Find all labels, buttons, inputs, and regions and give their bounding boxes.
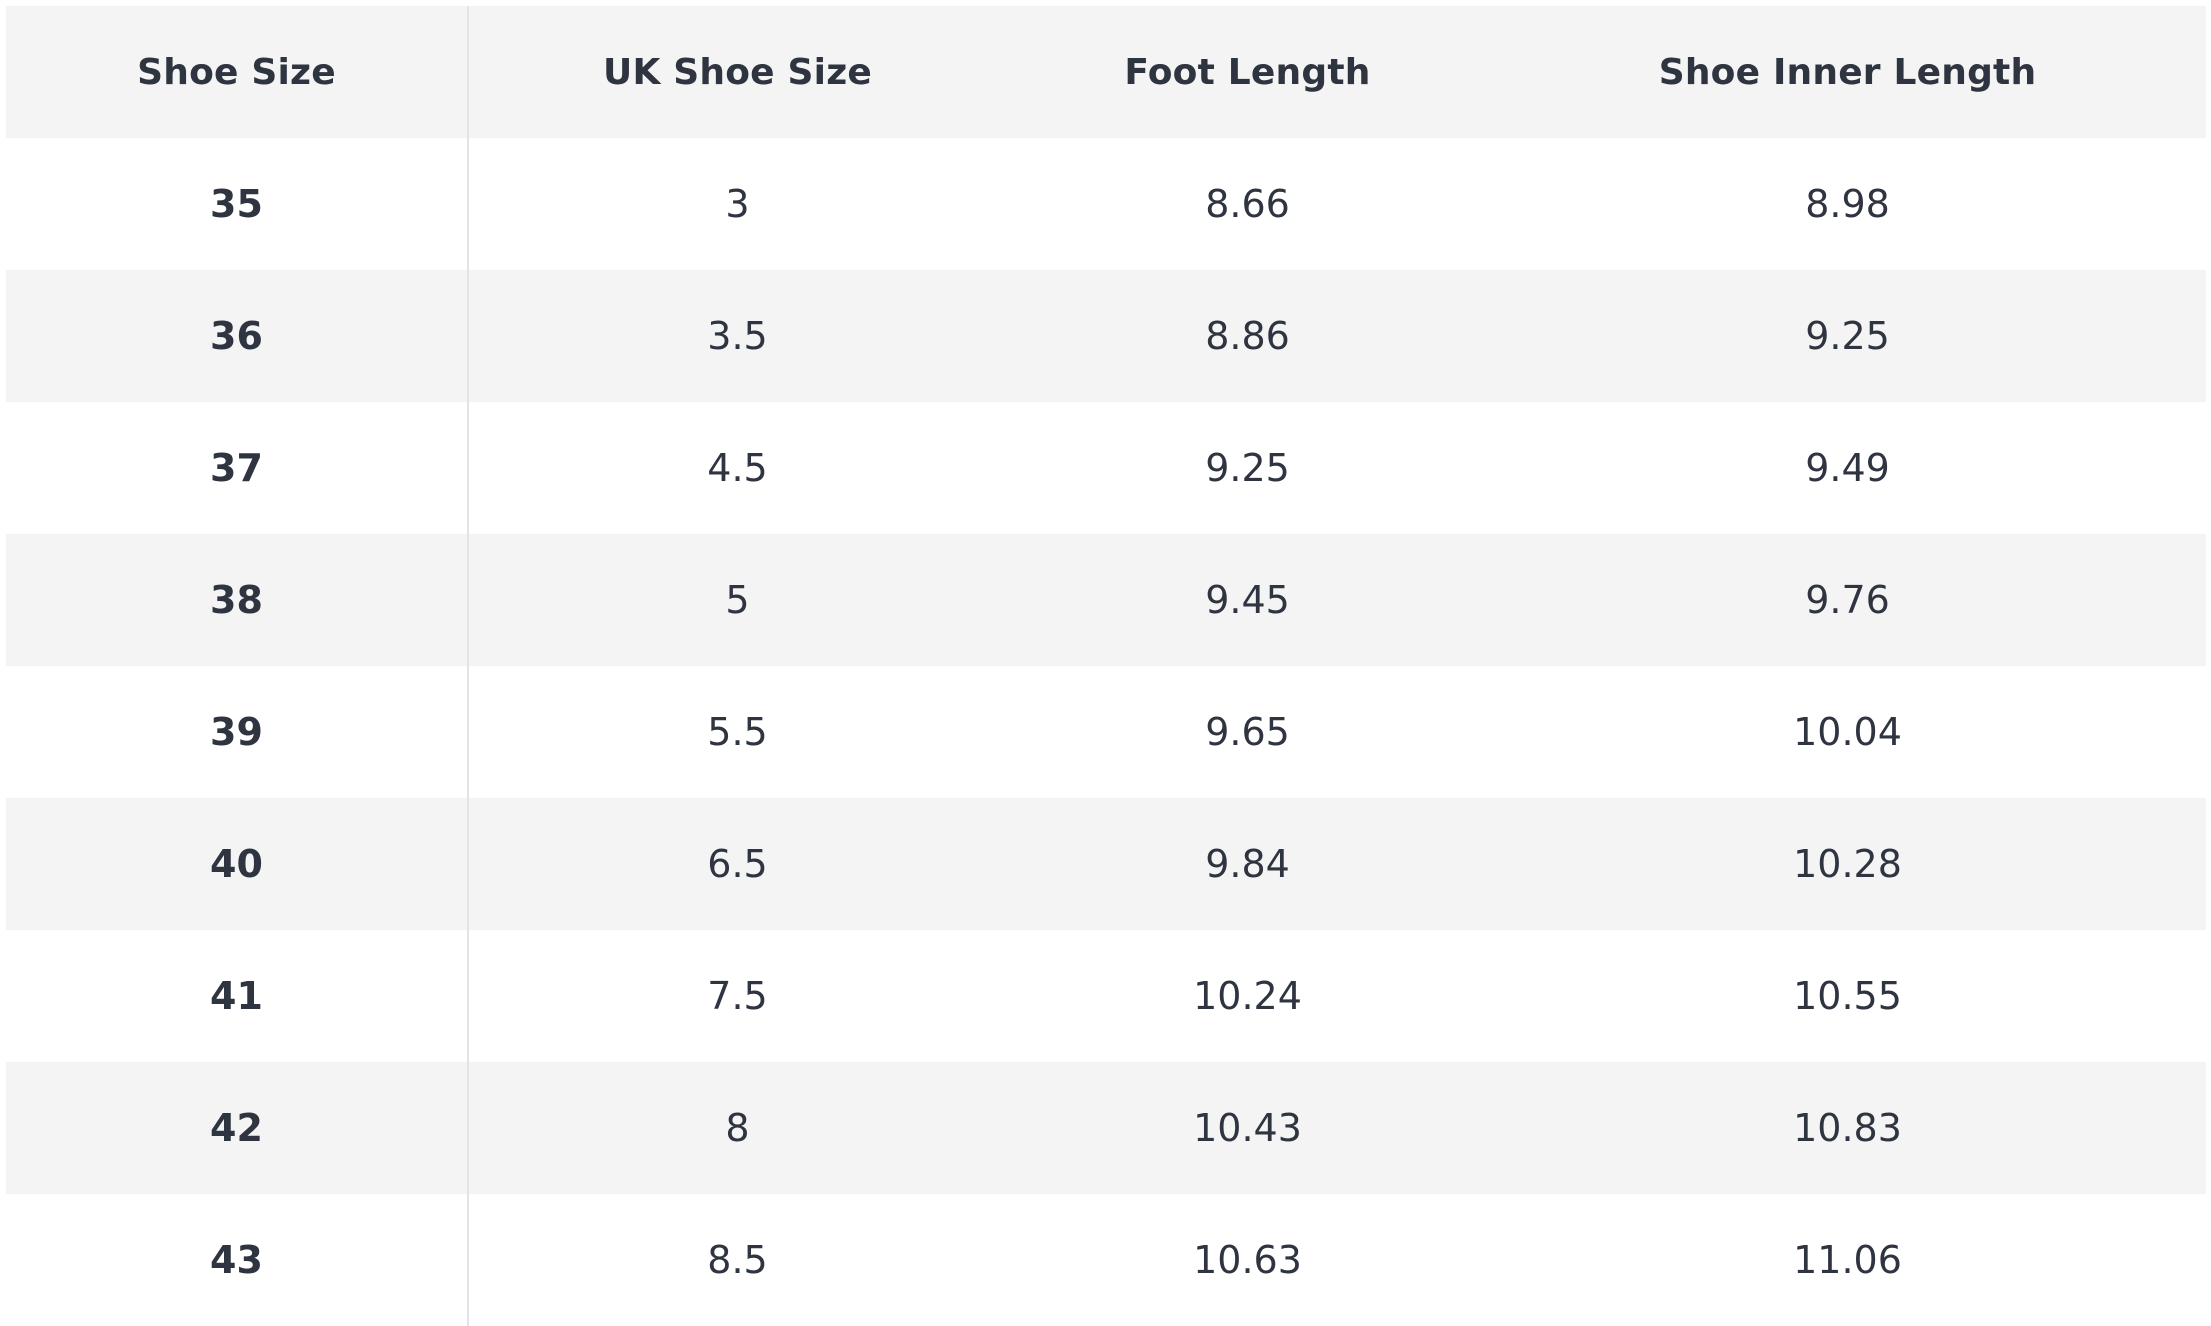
- table-row: 40 6.5 9.84 10.28: [6, 798, 2206, 930]
- cell-foot-length: 10.43: [1193, 1106, 1302, 1150]
- table-row: 43 8.5 10.63 11.06: [6, 1194, 2206, 1326]
- cell-uk-shoe-size: 8: [725, 1106, 750, 1150]
- cell-shoe-inner-length: 11.06: [1793, 1238, 1902, 1282]
- cell-foot-length: 9.65: [1205, 710, 1290, 754]
- cell-shoe-inner-length: 10.83: [1793, 1106, 1902, 1150]
- header-row: Shoe Size UK Shoe Size Foot Length Shoe …: [6, 6, 2206, 138]
- cell-uk-shoe-size: 4.5: [707, 446, 768, 490]
- cell-uk-shoe-size: 3.5: [707, 314, 768, 358]
- cell-shoe-inner-length: 9.25: [1805, 314, 1890, 358]
- table-row: 36 3.5 8.86 9.25: [6, 270, 2206, 402]
- cell-foot-length: 9.45: [1205, 578, 1290, 622]
- cell-foot-length: 10.63: [1193, 1238, 1302, 1282]
- cell-uk-shoe-size: 3: [725, 182, 750, 226]
- table-row: 42 8 10.43 10.83: [6, 1062, 2206, 1194]
- cell-foot-length: 8.86: [1205, 314, 1290, 358]
- table-row: 39 5.5 9.65 10.04: [6, 666, 2206, 798]
- header-foot-length: Foot Length: [1124, 51, 1371, 93]
- cell-shoe-size: 37: [6, 402, 469, 534]
- cell-shoe-size: 41: [6, 930, 469, 1062]
- cell-shoe-inner-length: 10.04: [1793, 710, 1902, 754]
- cell-foot-length: 10.24: [1193, 974, 1302, 1018]
- cell-uk-shoe-size: 5.5: [707, 710, 768, 754]
- table-row: 37 4.5 9.25 9.49: [6, 402, 2206, 534]
- cell-shoe-inner-length: 9.76: [1805, 578, 1890, 622]
- cell-foot-length: 9.84: [1205, 842, 1290, 886]
- cell-shoe-size: 43: [6, 1194, 469, 1326]
- cell-shoe-size: 35: [6, 138, 469, 270]
- cell-shoe-size: 36: [6, 270, 469, 402]
- cell-shoe-inner-length: 10.55: [1793, 974, 1902, 1018]
- table-row: 41 7.5 10.24 10.55: [6, 930, 2206, 1062]
- header-shoe-inner-length: Shoe Inner Length: [1658, 51, 2037, 93]
- cell-uk-shoe-size: 7.5: [707, 974, 768, 1018]
- table-row: 35 3 8.66 8.98: [6, 138, 2206, 270]
- table-row: 38 5 9.45 9.76: [6, 534, 2206, 666]
- cell-shoe-size: 40: [6, 798, 469, 930]
- table-body: 35 3 8.66 8.98 36 3.5 8.86 9.25 37 4.5 9…: [6, 138, 2206, 1326]
- cell-uk-shoe-size: 6.5: [707, 842, 768, 886]
- cell-foot-length: 9.25: [1205, 446, 1290, 490]
- cell-uk-shoe-size: 5: [725, 578, 750, 622]
- header-shoe-size: Shoe Size: [6, 6, 469, 138]
- cell-uk-shoe-size: 8.5: [707, 1238, 768, 1282]
- cell-shoe-inner-length: 9.49: [1805, 446, 1890, 490]
- table-header: Shoe Size UK Shoe Size Foot Length Shoe …: [6, 6, 2206, 138]
- cell-foot-length: 8.66: [1205, 182, 1290, 226]
- cell-shoe-size: 38: [6, 534, 469, 666]
- header-uk-shoe-size: UK Shoe Size: [603, 51, 872, 93]
- cell-shoe-inner-length: 10.28: [1793, 842, 1902, 886]
- shoe-size-table: Shoe Size UK Shoe Size Foot Length Shoe …: [6, 6, 2206, 1326]
- cell-shoe-size: 39: [6, 666, 469, 798]
- cell-shoe-inner-length: 8.98: [1805, 182, 1890, 226]
- cell-shoe-size: 42: [6, 1062, 469, 1194]
